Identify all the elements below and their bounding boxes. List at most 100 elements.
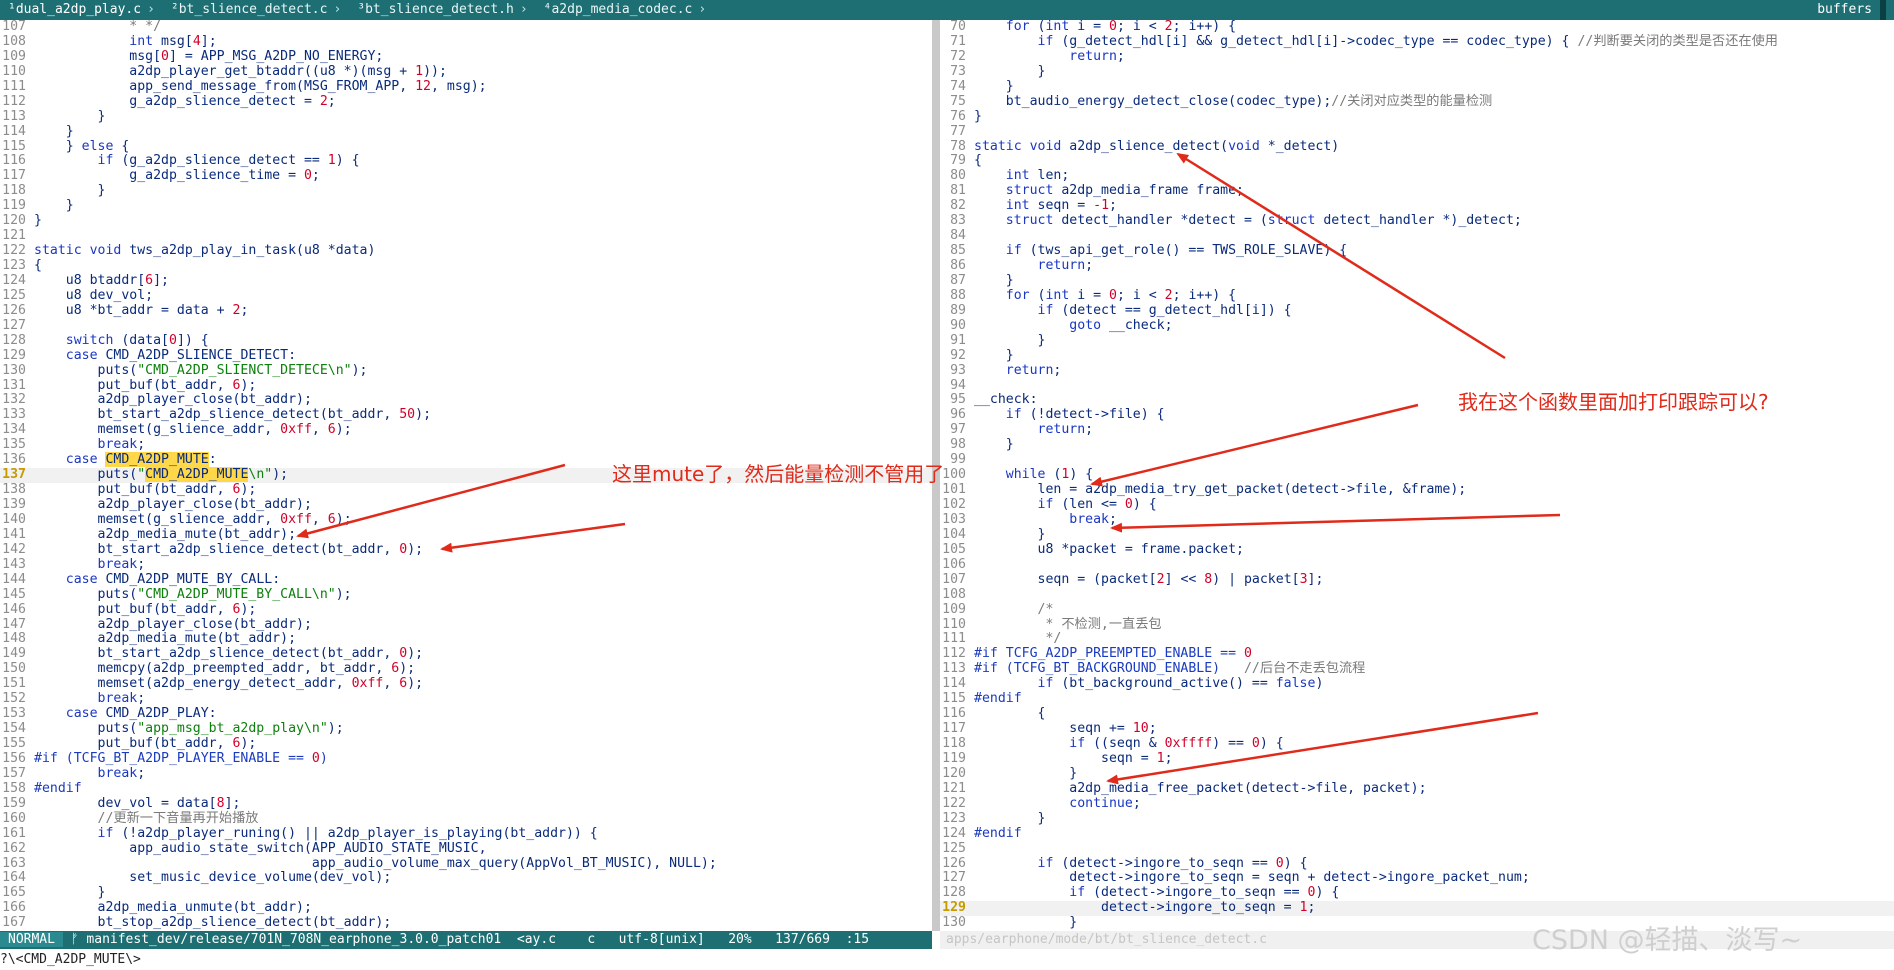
- code-line[interactable]: 123 {: [0, 258, 932, 274]
- code-line[interactable]: 111 app_send_message_from(MSG_FROM_APP, …: [0, 79, 932, 95]
- code-line[interactable]: 111 */: [940, 631, 1894, 647]
- code-line[interactable]: 79 {: [940, 153, 1894, 169]
- code-line[interactable]: 165 }: [0, 885, 932, 901]
- code-line[interactable]: 118 if ((seqn & 0xffff) == 0) {: [940, 736, 1894, 752]
- code-line[interactable]: 105 u8 *packet = frame.packet;: [940, 542, 1894, 558]
- code-line[interactable]: 167 bt_stop_a2dp_slience_detect(bt_addr)…: [0, 915, 932, 931]
- code-line[interactable]: 160 //更新一下音量再开始播放: [0, 811, 932, 827]
- code-line[interactable]: 91 }: [940, 333, 1894, 349]
- code-line[interactable]: 122 static void tws_a2dp_play_in_task(u8 …: [0, 243, 932, 259]
- code-line[interactable]: 81 struct a2dp_media_frame frame;: [940, 183, 1894, 199]
- tab-4[interactable]: ⁴a2dp_media_codec.c ›: [536, 0, 715, 20]
- code-line[interactable]: 92 }: [940, 348, 1894, 364]
- code-line[interactable]: 108: [940, 587, 1894, 603]
- code-line[interactable]: 102 if (len <= 0) {: [940, 497, 1894, 513]
- code-line[interactable]: 110 * 不检测,一直丢包: [940, 617, 1894, 633]
- code-line[interactable]: 141 a2dp_media_mute(bt_addr);: [0, 527, 932, 543]
- code-line[interactable]: 155 put_buf(bt_addr, 6);: [0, 736, 932, 752]
- code-line[interactable]: 115 #endif: [940, 691, 1894, 707]
- code-line[interactable]: 159 dev_vol = data[8];: [0, 796, 932, 812]
- editor-pane-right[interactable]: 70 for (int i = 0; i < 2; i++) {71 if (g…: [940, 20, 1894, 931]
- code-line[interactable]: 116 if (g_a2dp_slience_detect == 1) {: [0, 153, 932, 169]
- code-line[interactable]: 128 switch (data[0]) {: [0, 333, 932, 349]
- code-line[interactable]: 129 detect->ingore_to_seqn = 1;: [940, 900, 1894, 917]
- code-line[interactable]: 75 bt_audio_energy_detect_close(codec_ty…: [940, 94, 1894, 110]
- code-line[interactable]: 74 }: [940, 79, 1894, 95]
- code-line[interactable]: 114 if (bt_background_active() == false): [940, 676, 1894, 692]
- code-line[interactable]: 139 a2dp_player_close(bt_addr);: [0, 497, 932, 513]
- code-line[interactable]: 113 #if (TCFG_BT_BACKGROUND_ENABLE) //后台不…: [940, 661, 1894, 677]
- tab-2[interactable]: ²bt_slience_detect.c ›: [163, 0, 349, 20]
- code-line[interactable]: 132 a2dp_player_close(bt_addr);: [0, 392, 932, 408]
- code-line[interactable]: 124 u8 btaddr[6];: [0, 273, 932, 289]
- code-line[interactable]: 70 for (int i = 0; i < 2; i++) {: [940, 20, 1894, 35]
- code-line[interactable]: 161 if (!a2dp_player_runing() || a2dp_pl…: [0, 826, 932, 842]
- code-line[interactable]: 87 }: [940, 273, 1894, 289]
- tab-3[interactable]: ³bt_slience_detect.h ›: [349, 0, 535, 20]
- code-line[interactable]: 117 seqn += 10;: [940, 721, 1894, 737]
- code-line[interactable]: 89 if (detect == g_detect_hdl[i]) {: [940, 303, 1894, 319]
- code-line[interactable]: 135 break;: [0, 437, 932, 453]
- code-line[interactable]: 80 int len;: [940, 168, 1894, 184]
- tab-1[interactable]: ¹dual_a2dp_play.c ›: [0, 0, 163, 20]
- code-line[interactable]: 113 }: [0, 109, 932, 125]
- code-line[interactable]: 115 } else {: [0, 139, 932, 155]
- code-line[interactable]: 101 len = a2dp_media_try_get_packet(dete…: [940, 482, 1894, 498]
- code-line[interactable]: 158 #endif: [0, 781, 932, 797]
- code-line[interactable]: 120 }: [940, 766, 1894, 782]
- code-line[interactable]: 149 bt_start_a2dp_slience_detect(bt_addr…: [0, 646, 932, 662]
- code-line[interactable]: 130 puts("CMD_A2DP_SLIENCT_DETECE\n");: [0, 363, 932, 379]
- code-line[interactable]: 162 app_audio_state_switch(APP_AUDIO_STA…: [0, 841, 932, 857]
- code-line[interactable]: 88 for (int i = 0; i < 2; i++) {: [940, 288, 1894, 304]
- code-line[interactable]: 146 put_buf(bt_addr, 6);: [0, 602, 932, 618]
- code-line[interactable]: 72 return;: [940, 49, 1894, 65]
- code-line[interactable]: 85 if (tws_api_get_role() == TWS_ROLE_SL…: [940, 243, 1894, 259]
- code-line[interactable]: 124 #endif: [940, 826, 1894, 842]
- code-line[interactable]: 110 a2dp_player_get_btaddr((u8 *)(msg + …: [0, 64, 932, 80]
- code-line[interactable]: 107 seqn = (packet[2] << 8) | packet[3];: [940, 572, 1894, 588]
- code-line[interactable]: 140 memset(g_slience_addr, 0xff, 6);: [0, 512, 932, 528]
- code-line[interactable]: 90 goto __check;: [940, 318, 1894, 334]
- code-line[interactable]: 93 return;: [940, 363, 1894, 379]
- code-line[interactable]: 142 bt_start_a2dp_slience_detect(bt_addr…: [0, 542, 932, 558]
- code-line[interactable]: 143 break;: [0, 557, 932, 573]
- code-line[interactable]: 121 a2dp_media_free_packet(detect->file,…: [940, 781, 1894, 797]
- code-line[interactable]: 131 put_buf(bt_addr, 6);: [0, 378, 932, 394]
- code-line[interactable]: 114 }: [0, 124, 932, 140]
- code-line[interactable]: 125: [940, 841, 1894, 857]
- code-line[interactable]: 123 }: [940, 811, 1894, 827]
- code-line[interactable]: 97 return;: [940, 422, 1894, 438]
- code-line[interactable]: 109 /*: [940, 602, 1894, 618]
- code-line[interactable]: 128 if (detect->ingore_to_seqn == 0) {: [940, 885, 1894, 901]
- code-line[interactable]: 122 continue;: [940, 796, 1894, 812]
- code-line[interactable]: 106: [940, 557, 1894, 573]
- code-line[interactable]: 120}: [0, 213, 932, 229]
- code-line[interactable]: 126 u8 *bt_addr = data + 2;: [0, 303, 932, 319]
- code-line[interactable]: 152 break;: [0, 691, 932, 707]
- code-line[interactable]: 125 u8 dev_vol;: [0, 288, 932, 304]
- code-line[interactable]: 116 {: [940, 706, 1894, 722]
- code-line[interactable]: 164 set_music_device_volume(dev_vol);: [0, 870, 932, 886]
- code-line[interactable]: 133 bt_start_a2dp_slience_detect(bt_addr…: [0, 407, 932, 423]
- code-line[interactable]: 108 int msg[4];: [0, 34, 932, 50]
- code-line[interactable]: 129 case CMD_A2DP_SLIENCE_DETECT:: [0, 348, 932, 364]
- code-line[interactable]: 163 app_audio_volume_max_query(AppVol_BT…: [0, 856, 932, 872]
- code-line[interactable]: 109 msg[0] = APP_MSG_A2DP_NO_ENERGY;: [0, 49, 932, 65]
- code-line[interactable]: 156 #if (TCFG_BT_A2DP_PLAYER_ENABLE == 0): [0, 751, 932, 767]
- code-line[interactable]: 157 break;: [0, 766, 932, 782]
- code-line[interactable]: 118 }: [0, 183, 932, 199]
- buffers-label[interactable]: buffers: [1811, 0, 1878, 20]
- code-line[interactable]: 98 }: [940, 437, 1894, 453]
- code-line[interactable]: 83 struct detect_handler *detect = (stru…: [940, 213, 1894, 229]
- code-line[interactable]: 148 a2dp_media_mute(bt_addr);: [0, 631, 932, 647]
- code-line[interactable]: 77: [940, 124, 1894, 140]
- code-line[interactable]: 99: [940, 452, 1894, 468]
- code-line[interactable]: 104 }: [940, 527, 1894, 543]
- code-line[interactable]: 82 int seqn = -1;: [940, 198, 1894, 214]
- code-line[interactable]: 127: [0, 318, 932, 334]
- code-line[interactable]: 100 while (1) {: [940, 467, 1894, 483]
- code-line[interactable]: 126 if (detect->ingore_to_seqn == 0) {: [940, 856, 1894, 872]
- code-line[interactable]: 166 a2dp_media_unmute(bt_addr);: [0, 900, 932, 916]
- code-line[interactable]: 134 memset(g_slience_addr, 0xff, 6);: [0, 422, 932, 438]
- code-line[interactable]: 144 case CMD_A2DP_MUTE_BY_CALL:: [0, 572, 932, 588]
